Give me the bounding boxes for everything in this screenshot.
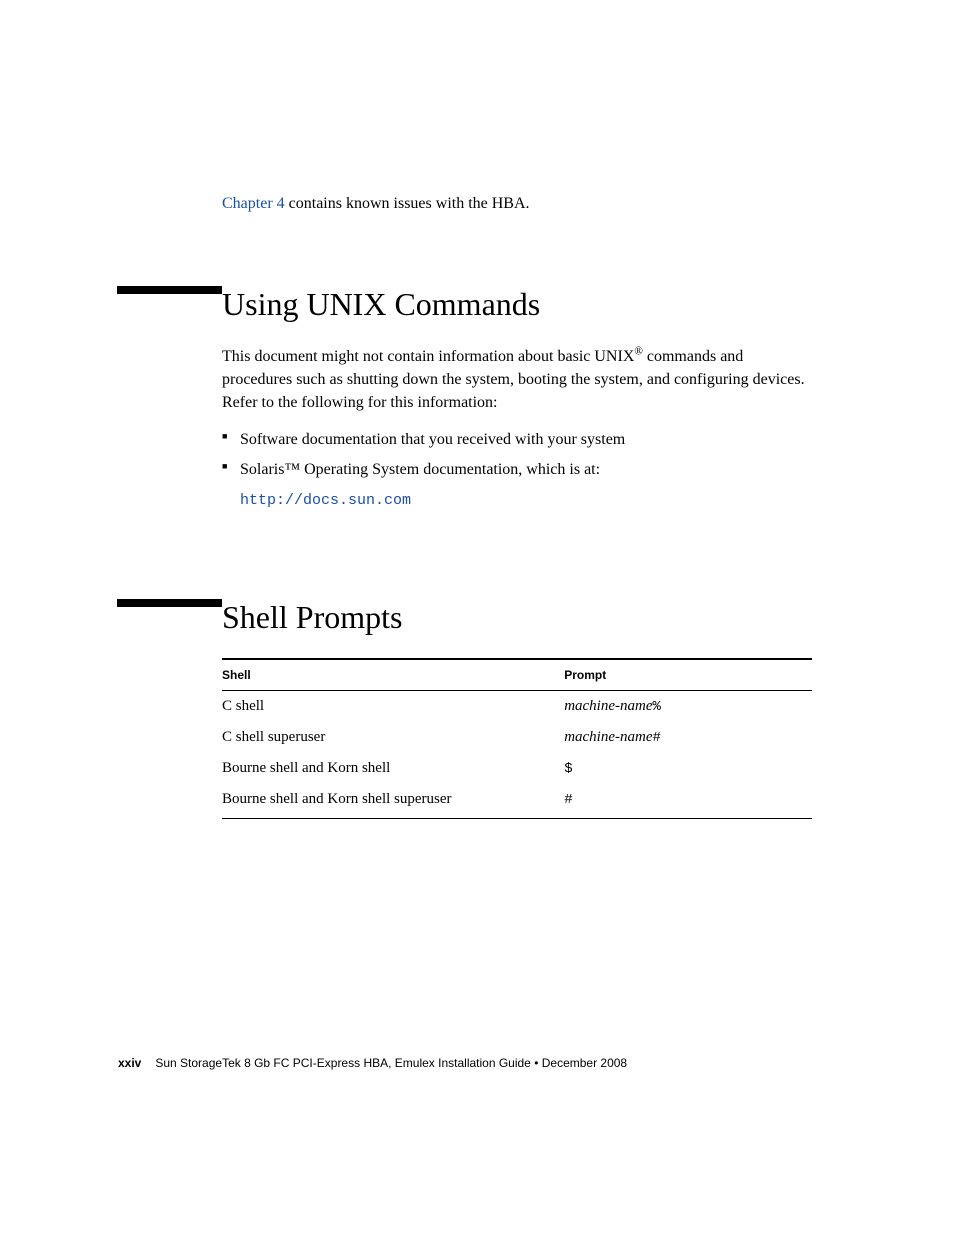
content-area: Chapter 4 contains known issues with the… [222,192,812,819]
table-row: Bourne shell and Korn shell $ [222,753,812,784]
list-item: Solaris™ Operating System documentation,… [222,458,812,482]
chapter-4-link[interactable]: Chapter 4 [222,195,285,212]
cell-shell: C shell [222,691,564,723]
table-row: Bourne shell and Korn shell superuser # [222,784,812,819]
unix-info-list: Software documentation that you received… [222,428,812,482]
section-rule-icon [117,286,222,294]
table-row: C shell superuser machine-name# [222,722,812,753]
section-shell-prompts: Shell Prompts Shell Prompt C shell machi… [222,599,812,819]
cell-prompt: $ [564,753,812,784]
heading-shell-prompts: Shell Prompts [222,599,812,636]
list-item: Software documentation that you received… [222,428,812,452]
cell-shell: Bourne shell and Korn shell [222,753,564,784]
cell-shell: C shell superuser [222,722,564,753]
section-rule-icon [117,599,222,607]
chapter-4-rest: contains known issues with the HBA. [285,195,530,212]
section-using-unix: Using UNIX Commands This document might … [222,286,812,509]
table-row: C shell machine-name% [222,691,812,723]
footer-title: Sun StorageTek 8 Gb FC PCI-Express HBA, … [155,1056,627,1070]
col-header-shell: Shell [222,659,564,691]
shell-prompts-table: Shell Prompt C shell machine-name% C she… [222,658,812,819]
table-header-row: Shell Prompt [222,659,812,691]
cell-prompt: machine-name% [564,691,812,723]
col-header-prompt: Prompt [564,659,812,691]
heading-using-unix-commands: Using UNIX Commands [222,286,812,323]
page-number: xxiv [118,1056,141,1070]
cell-prompt: # [564,784,812,819]
cell-prompt: machine-name# [564,722,812,753]
page-footer: xxiv Sun StorageTek 8 Gb FC PCI-Express H… [118,1056,627,1070]
chapter-4-reference: Chapter 4 contains known issues with the… [222,192,812,216]
cell-shell: Bourne shell and Korn shell superuser [222,784,564,819]
unix-intro-paragraph: This document might not contain informat… [222,345,812,415]
registered-mark: ® [634,345,643,357]
page: Chapter 4 contains known issues with the… [0,0,954,1235]
docs-sun-link[interactable]: http://docs.sun.com [240,492,812,509]
